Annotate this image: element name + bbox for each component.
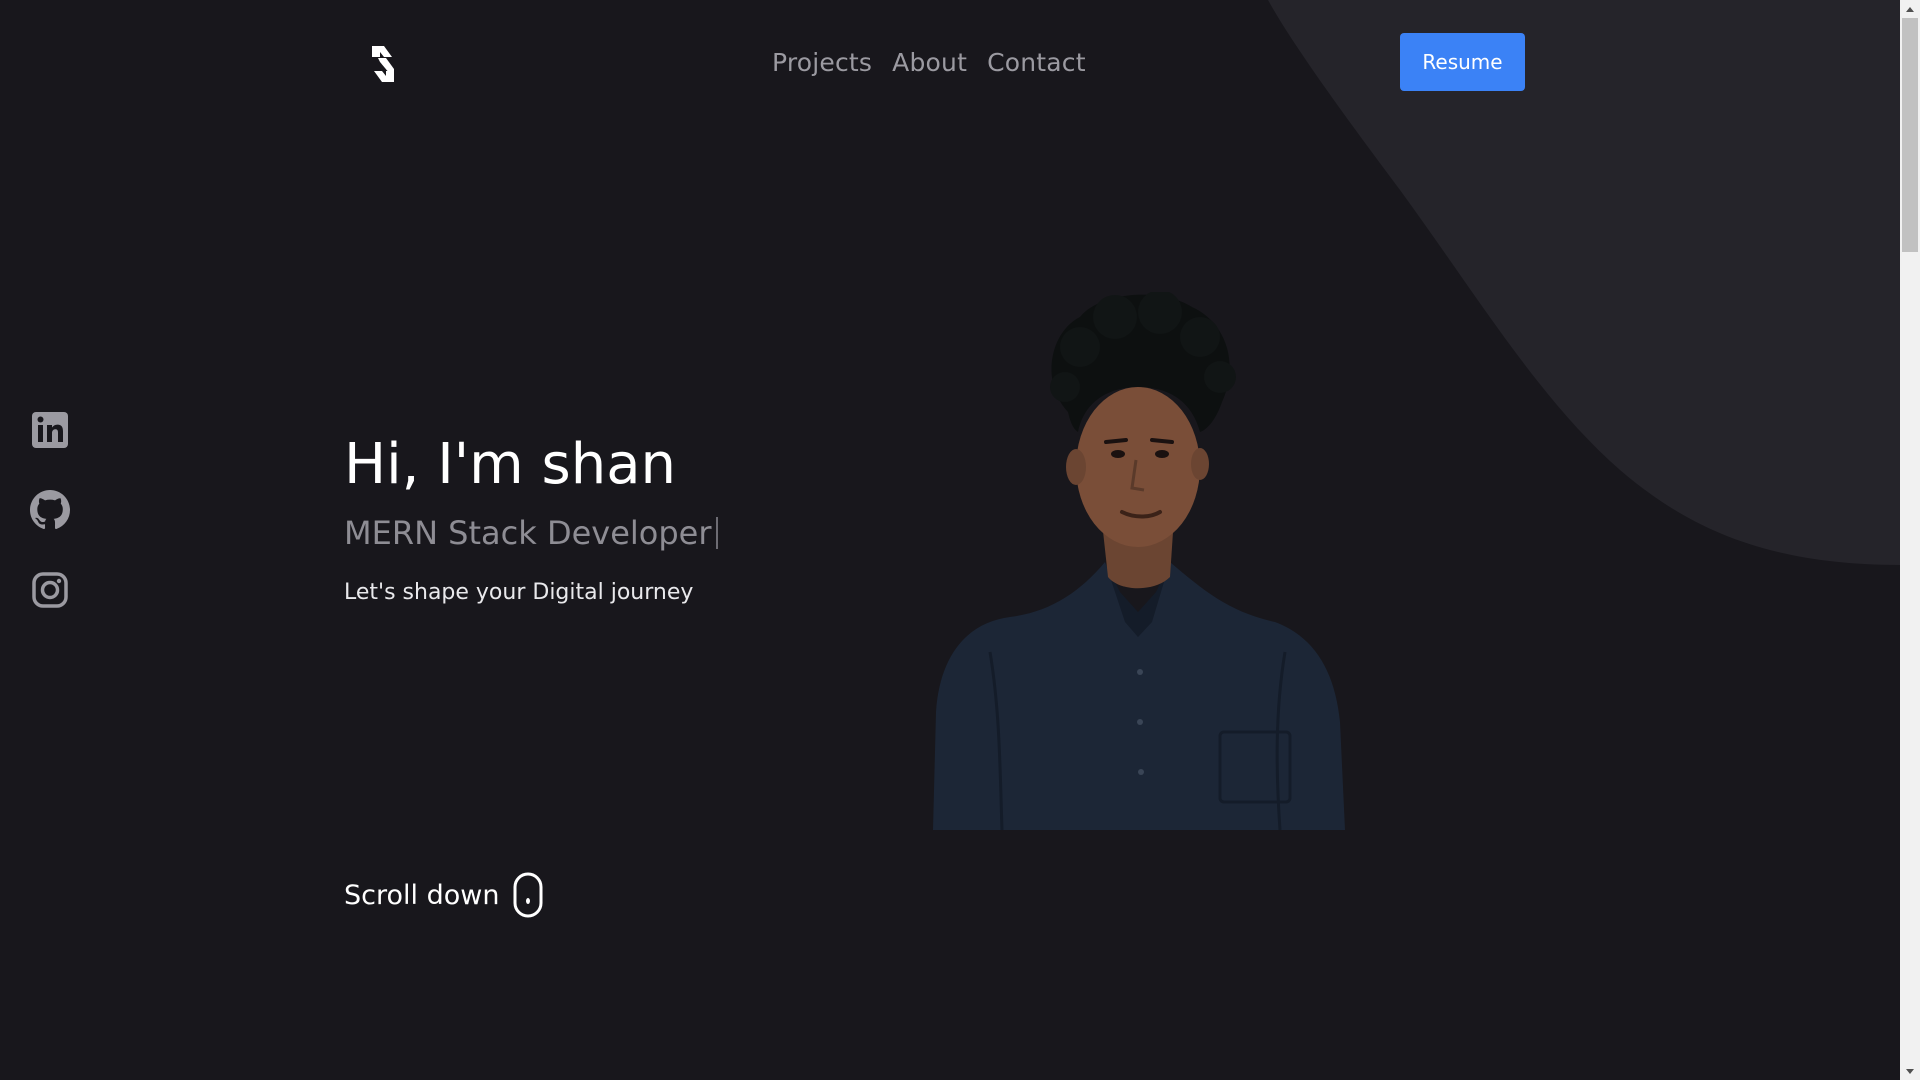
scroll-down-button[interactable]: Scroll down (344, 872, 543, 918)
hero-role-text: MERN Stack Developer (344, 514, 712, 552)
github-icon (30, 490, 70, 530)
scroll-down-label: Scroll down (344, 879, 500, 911)
hero-role-line: MERN Stack Developer (344, 514, 718, 552)
nav-link-about[interactable]: About (892, 48, 967, 77)
scroll-up-arrow-icon[interactable] (1900, 0, 1920, 17)
portfolio-page: Projects About Contact Resume Hi, I'm sh… (0, 0, 1920, 1080)
site-logo[interactable] (368, 44, 398, 84)
profile-portrait (933, 292, 1345, 830)
nav-link-contact[interactable]: Contact (987, 48, 1086, 77)
scrollbar-thumb[interactable] (1902, 18, 1918, 252)
nav-link-projects[interactable]: Projects (772, 48, 872, 77)
hero-title: Hi, I'm shan (344, 432, 677, 497)
page-scrollbar[interactable] (1900, 0, 1920, 1080)
mouse-icon (513, 872, 543, 918)
instagram-link[interactable] (30, 570, 70, 610)
linkedin-icon (32, 412, 68, 448)
main-nav: Projects About Contact (772, 44, 1086, 80)
s-monogram-logo-icon (372, 46, 394, 82)
github-link[interactable] (30, 490, 70, 530)
social-links (30, 410, 70, 650)
resume-button[interactable]: Resume (1400, 33, 1525, 91)
instagram-icon (32, 572, 68, 608)
linkedin-link[interactable] (30, 410, 70, 450)
typing-cursor (715, 517, 718, 549)
scroll-down-arrow-icon[interactable] (1900, 1063, 1920, 1080)
hero-tagline: Let's shape your Digital journey (344, 580, 694, 605)
